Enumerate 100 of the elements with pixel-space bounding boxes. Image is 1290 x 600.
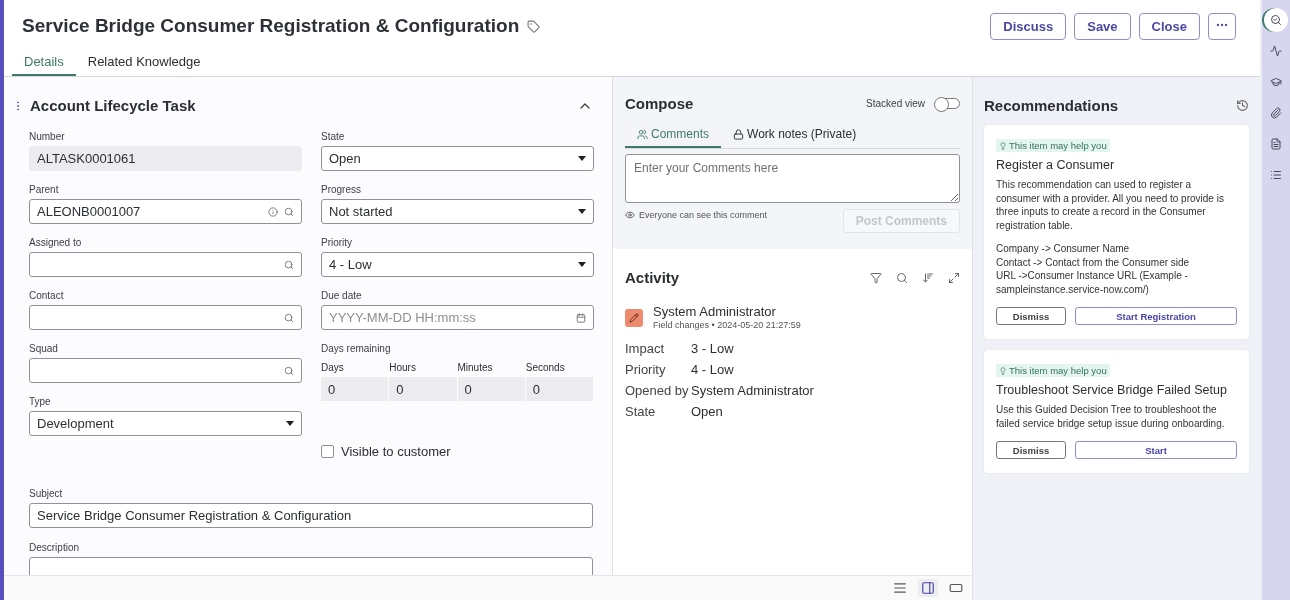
dropdown-caret-icon (578, 262, 586, 267)
tab[interactable]: Related Knowledge (75, 48, 213, 76)
attachments-icon (1270, 107, 1282, 119)
hint-text: This item may help you (1009, 140, 1107, 151)
sort-icon[interactable] (922, 271, 934, 284)
compose-tab[interactable]: Work notes (Private) (721, 123, 869, 148)
change-value: 3 - Low (691, 341, 735, 356)
lookup-field[interactable] (29, 252, 302, 277)
view-layout-button[interactable] (918, 579, 938, 597)
field-label: State (321, 131, 346, 142)
field-label: Parent (29, 184, 60, 195)
activity-meta: Field changes • 2024-05-20 21:27:59 (653, 320, 801, 330)
lock-icon (733, 128, 744, 140)
header-button[interactable]: Save (1074, 12, 1131, 40)
section-title: Account Lifecycle Task (30, 97, 197, 114)
dropdown-caret-icon (578, 156, 586, 161)
countdown-value: 0 (321, 377, 389, 401)
toggle-switch[interactable] (935, 98, 960, 109)
mapping-line: Company -> Consumer Name (996, 242, 1131, 256)
select-field[interactable]: Not started (321, 199, 594, 224)
hint-text: This item may help you (1009, 365, 1107, 376)
change-field: Opened by (625, 383, 691, 398)
select-field[interactable]: Development (29, 411, 302, 436)
change-value: Open (691, 404, 724, 419)
unit-label: Minutes (457, 361, 494, 375)
dropdown-caret-icon (578, 209, 586, 214)
filter-icon[interactable] (870, 271, 882, 284)
layout-icon (921, 581, 935, 595)
mapping-line: URL ->Consumer Instance URL (Example - sampleinstance.service-now.com/) (996, 269, 1189, 296)
field-label: Description (29, 542, 81, 553)
visibility-note: Everyone can see this comment (639, 210, 768, 220)
card-description: Use this Guided Decision Tree to troubleshoot the failed service bridge setup issue during onboarding. (996, 403, 1226, 430)
card-button[interactable]: Start (1075, 441, 1237, 459)
document-icon (1270, 138, 1282, 150)
lookup-field[interactable]: ALEONB0001007 (29, 199, 302, 224)
unit-label: Hours (389, 361, 417, 375)
comment-input[interactable]: Enter your Comments here (625, 154, 960, 203)
layout-icon (893, 581, 907, 595)
compose-title: Compose (625, 95, 695, 112)
field-label: Squad (29, 343, 59, 354)
info-icon[interactable] (268, 206, 278, 217)
checkbox-label: Visible to customer (341, 444, 451, 459)
compose-tab[interactable]: Comments (625, 123, 721, 148)
lightbulb-icon (999, 141, 1007, 150)
dropdown-caret-icon (286, 421, 294, 426)
text-field[interactable]: Service Bridge Consumer Registration & Configuration (29, 503, 593, 528)
change-value: System Administrator (691, 383, 814, 398)
calendar-icon[interactable] (576, 312, 586, 323)
search-icon[interactable] (284, 365, 294, 376)
search-icon[interactable] (284, 312, 294, 323)
countdown-value: 0 (525, 377, 593, 401)
activity-title: Activity (625, 269, 681, 286)
field-label: Days remaining (321, 343, 392, 354)
change-field: Impact (625, 341, 691, 356)
learning-icon (1270, 76, 1282, 88)
card-description: This recommendation can used to register a consumer with a provider. All you need to provide is three inputs to create a record in the Consumer registration table. (996, 178, 1225, 232)
field-label: Progress (321, 184, 362, 195)
countdown-value: 0 (389, 377, 457, 401)
record-title: Service Bridge Consumer Registration & Configuration (22, 15, 520, 37)
card-title: Register a Consumer (996, 158, 1116, 172)
unit-label: Days (321, 361, 345, 375)
header-button[interactable]: Close (1138, 12, 1200, 40)
side-panel-button[interactable] (1264, 8, 1288, 32)
field-label: Due date (321, 290, 363, 301)
field-label: Type (29, 396, 52, 407)
mapping-line: Contact -> Contact from the Consumer side (996, 255, 1191, 269)
field-label: Subject (29, 488, 64, 499)
select-field[interactable]: Open (321, 146, 594, 171)
recommendations-icon (1270, 14, 1282, 26)
toggle-label: Stacked view (866, 98, 925, 109)
card-title: Troubleshoot Service Bridge Failed Setup (996, 383, 1228, 397)
select-field[interactable]: 4 - Low (321, 252, 594, 277)
pencil-icon (625, 309, 643, 327)
lightbulb-icon (999, 366, 1007, 375)
lookup-field[interactable] (29, 358, 302, 383)
field-label: Priority (321, 237, 354, 248)
card-button[interactable]: Start Registration (1075, 307, 1237, 325)
field-label: Contact (29, 290, 65, 301)
expand-icon[interactable] (948, 271, 960, 284)
countdown-value: 0 (457, 377, 525, 401)
card-button[interactable]: Dismiss (996, 441, 1066, 459)
search-icon[interactable] (896, 271, 908, 284)
change-value: 4 - Low (691, 362, 735, 377)
layout-icon (949, 581, 963, 595)
people-icon (637, 128, 648, 140)
more-button[interactable] (1208, 12, 1236, 40)
search-icon[interactable] (284, 206, 294, 217)
card-button[interactable]: Dismiss (996, 307, 1066, 325)
activity-icon (1270, 45, 1282, 57)
recommendations-title: Recommendations (984, 97, 1120, 114)
eye-icon (625, 210, 635, 220)
change-field: Priority (625, 362, 691, 377)
checkbox[interactable] (321, 445, 334, 458)
unit-label: Seconds (525, 361, 566, 375)
search-icon[interactable] (284, 259, 294, 270)
outline-icon (1270, 169, 1282, 181)
tag-icon[interactable] (527, 19, 541, 33)
history-icon[interactable] (1236, 99, 1249, 112)
header-button[interactable]: Discuss (990, 12, 1067, 40)
lookup-field[interactable] (29, 305, 302, 330)
